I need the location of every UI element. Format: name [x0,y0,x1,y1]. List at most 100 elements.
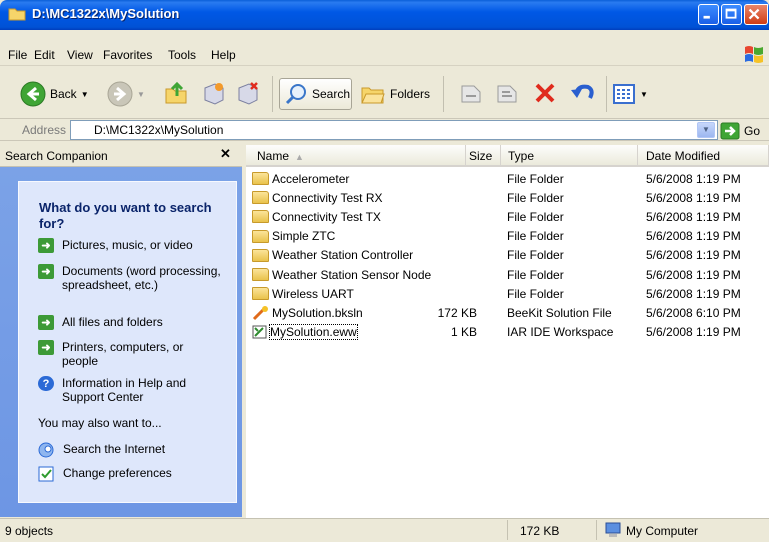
search-icon [285,84,306,105]
file-name: Accelerometer [272,171,350,186]
file-type: File Folder [507,267,564,282]
close-pane-button[interactable]: ✕ [220,146,231,162]
file-type: File Folder [507,190,564,205]
menu-favorites[interactable]: Favorites [103,48,152,62]
up-folder-icon[interactable] [163,80,189,106]
go-button[interactable]: Go [720,121,768,141]
file-row[interactable]: Simple ZTC File Folder 5/6/2008 1:19 PM [252,227,762,246]
views-icon [613,84,635,104]
menu-tools[interactable]: Tools [168,48,196,62]
delete-icon[interactable] [532,80,558,106]
option-change-preferences[interactable]: Change preferences [38,466,223,482]
file-date: 5/6/2008 1:19 PM [646,286,741,301]
address-dropdown-button[interactable]: ▼ [697,122,715,138]
forward-button[interactable]: ▼ [107,80,145,108]
option-pictures[interactable]: ➜ Pictures, music, or video [38,238,222,253]
file-row[interactable]: Weather Station Sensor Node File Folder 5/… [252,265,762,284]
file-type: File Folder [507,209,564,224]
my-computer-icon [605,522,621,537]
file-row[interactable]: MySolution.eww 1 KB IAR IDE Workspace 5/6/2… [252,323,762,342]
menu-edit[interactable]: Edit [34,48,55,62]
folders-label: Folders [390,87,431,101]
file-row[interactable]: Connectivity Test TX File Folder 5/6/2008 … [252,207,762,226]
option-printers[interactable]: ➜ Printers, computers, or people [38,340,212,368]
file-type: File Folder [507,248,564,263]
arrow-right-icon: ➜ [38,315,54,330]
copy-to-icon[interactable] [235,80,261,106]
folder-icon [252,191,269,205]
arrow-right-icon: ➜ [38,238,54,253]
sort-ascending-icon: ▲ [295,152,304,162]
file-row[interactable]: MySolution.bksln 172 KB BeeKit Solution Fi… [252,303,762,322]
maximize-button[interactable] [721,4,742,25]
folder-icon [252,248,269,262]
folder-icon [252,229,269,243]
option-search-internet[interactable]: Search the Internet [38,442,223,458]
column-name-label: Name [257,149,290,163]
go-label: Go [744,124,761,138]
address-value: D:\MC1322x\MySolution [94,123,224,137]
file-name: Weather Station Sensor Node [272,267,432,282]
file-row[interactable]: Wireless UART File Folder 5/6/2008 1:19 PM [252,284,762,303]
folder-icon [252,268,269,281]
search-button[interactable]: Search [279,78,352,110]
move-to-folder-icon[interactable] [458,80,484,106]
menu-file[interactable]: File [8,48,27,62]
file-name: Weather Station Controller [272,248,414,263]
arrow-right-icon: ➜ [38,340,54,355]
back-button[interactable]: Back ▼ [20,80,89,108]
file-name: Connectivity Test RX [272,190,383,205]
file-row[interactable]: Accelerometer File Folder 5/6/2008 1:19 PM [252,169,762,188]
file-date: 5/6/2008 6:10 PM [646,305,741,320]
views-button[interactable]: ▼ [612,80,648,108]
column-date-label: Date Modified [646,149,721,163]
forward-arrow-icon [107,81,133,107]
close-button[interactable] [744,4,768,25]
status-size: 172 KB [520,524,560,538]
status-object-count: 9 objects [5,524,54,538]
minimize-button[interactable] [698,4,719,25]
column-size-label: Size [469,149,493,163]
search-question: What do you want to search for? [39,200,212,231]
help-icon: ? [38,376,54,391]
address-label: Address [22,123,67,137]
menu-view[interactable]: View [67,48,93,62]
file-row[interactable]: Connectivity Test RX File Folder 5/6/2008 … [252,188,762,207]
file-type: BeeKit Solution File [507,305,612,320]
file-type: IAR IDE Workspace [507,325,614,340]
file-date: 5/6/2008 1:19 PM [646,325,741,340]
file-size: 172 KB [437,305,477,320]
file-name: Wireless UART [272,286,354,301]
file-date: 5/6/2008 1:19 PM [646,209,741,224]
file-row[interactable]: Weather Station Controller File Folder 5/6… [252,246,762,265]
arrow-right-icon: ➜ [38,264,54,279]
folders-button[interactable]: Folders [360,80,430,108]
status-location: My Computer [626,524,699,538]
search-companion-title: Search Companion [5,149,108,163]
beekit-file-icon [252,305,268,320]
option-help[interactable]: ? Information in Help and Support Center [38,376,202,404]
folder-icon [252,172,269,185]
back-arrow-icon [20,81,46,107]
window-title: D:\MC1322x\MySolution [32,6,180,21]
option-all-files[interactable]: ➜ All files and folders [38,315,222,330]
move-to-icon[interactable] [201,80,227,106]
folder-icon [252,210,269,224]
menu-help[interactable]: Help [211,48,236,62]
undo-icon[interactable] [568,80,596,106]
file-date: 5/6/2008 1:19 PM [646,267,741,282]
back-label: Back [50,87,77,101]
file-type: File Folder [507,229,564,244]
file-name: MySolution.bksln [272,305,363,320]
file-name: MySolution.eww [269,324,358,341]
file-date: 5/6/2008 1:19 PM [646,248,741,263]
option-documents[interactable]: ➜ Documents (word processing, spreadsheet… [38,264,222,292]
file-name: Connectivity Test TX [272,209,381,224]
search-label: Search [312,87,351,101]
folders-icon [361,87,385,104]
file-size: 1 KB [450,325,477,340]
file-name: Simple ZTC [272,229,336,244]
file-type: File Folder [507,171,564,186]
file-type: File Folder [507,286,564,301]
copy-to-folder-icon[interactable] [494,80,520,106]
